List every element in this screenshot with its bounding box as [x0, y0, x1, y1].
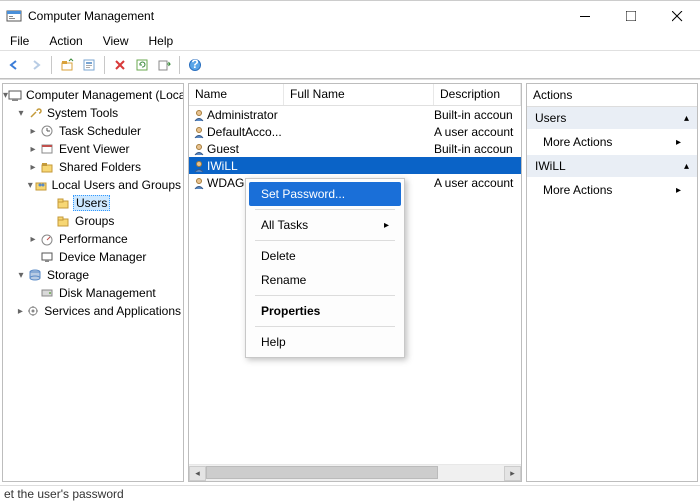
menu-help[interactable]: Help: [139, 34, 184, 48]
horizontal-scrollbar[interactable]: ◂ ▸: [189, 464, 521, 481]
device-icon: [39, 249, 55, 265]
ctx-all-tasks[interactable]: All Tasks▸: [249, 213, 401, 237]
tree-users[interactable]: Users: [3, 194, 183, 212]
menu-action[interactable]: Action: [39, 34, 92, 48]
col-name[interactable]: Name: [189, 84, 284, 105]
user-icon: [189, 159, 207, 173]
list-row[interactable]: Administrator Built-in accoun: [189, 106, 521, 123]
submenu-arrow-icon: ▸: [676, 185, 681, 196]
menu-bar: File Action View Help: [0, 31, 700, 51]
actions-section-iwill[interactable]: IWiLL▴: [527, 155, 697, 177]
tree-event-viewer[interactable]: ▸Event Viewer: [3, 140, 183, 158]
list-row-selected[interactable]: IWiLL: [189, 157, 521, 174]
up-button[interactable]: [57, 55, 77, 75]
tree-performance[interactable]: ▸Performance: [3, 230, 183, 248]
tree-task-scheduler[interactable]: ▸Task Scheduler: [3, 122, 183, 140]
submenu-arrow-icon: ▸: [676, 137, 681, 148]
tree-device-manager[interactable]: Device Manager: [3, 248, 183, 266]
help-button[interactable]: ?: [185, 55, 205, 75]
services-icon: [26, 303, 40, 319]
svg-text:?: ?: [191, 58, 198, 71]
tree-local-users-groups[interactable]: ▾Local Users and Groups: [3, 176, 183, 194]
collapse-icon: ▴: [684, 113, 689, 124]
tree-services-apps[interactable]: ▸Services and Applications: [3, 302, 183, 320]
storage-icon: [27, 267, 43, 283]
window-title: Computer Management: [28, 9, 562, 23]
export-button[interactable]: [154, 55, 174, 75]
ctx-properties[interactable]: Properties: [249, 299, 401, 323]
menu-view[interactable]: View: [93, 34, 139, 48]
computer-icon: [8, 87, 22, 103]
tree-system-tools[interactable]: ▾System Tools: [3, 104, 183, 122]
disk-icon: [39, 285, 55, 301]
folder-icon: [55, 195, 71, 211]
toolbar: ?: [0, 51, 700, 79]
tools-icon: [27, 105, 43, 121]
tree-storage[interactable]: ▾Storage: [3, 266, 183, 284]
scroll-left-button[interactable]: ◂: [189, 466, 206, 481]
ctx-delete[interactable]: Delete: [249, 244, 401, 268]
list-header: Name Full Name Description: [189, 84, 521, 106]
folder-icon: [55, 213, 71, 229]
maximize-button[interactable]: [608, 1, 654, 31]
user-icon: [189, 125, 207, 139]
performance-icon: [39, 231, 55, 247]
app-icon: [6, 8, 22, 24]
title-bar: Computer Management: [0, 1, 700, 31]
col-fullname[interactable]: Full Name: [284, 84, 434, 105]
status-bar: et the user's password: [0, 485, 700, 503]
user-icon: [189, 142, 207, 156]
tree-groups[interactable]: Groups: [3, 212, 183, 230]
user-icon: [189, 108, 207, 122]
minimize-button[interactable]: [562, 1, 608, 31]
refresh-button[interactable]: [132, 55, 152, 75]
list-row[interactable]: Guest Built-in accoun: [189, 140, 521, 157]
ctx-help[interactable]: Help: [249, 330, 401, 354]
col-description[interactable]: Description: [434, 84, 521, 105]
delete-button[interactable]: [110, 55, 130, 75]
clock-icon: [39, 123, 55, 139]
tree-disk-management[interactable]: Disk Management: [3, 284, 183, 302]
actions-header: Actions: [527, 84, 697, 107]
submenu-arrow-icon: ▸: [384, 220, 389, 231]
users-group-icon: [34, 177, 48, 193]
tree-root[interactable]: ▾Computer Management (Local: [3, 86, 183, 104]
actions-more-iwill[interactable]: More Actions▸: [527, 177, 697, 203]
list-pane: Name Full Name Description Administrator…: [188, 83, 522, 482]
properties-button[interactable]: [79, 55, 99, 75]
list-row[interactable]: DefaultAcco... A user account: [189, 123, 521, 140]
tree-pane: ▾Computer Management (Local ▾System Tool…: [2, 83, 184, 482]
ctx-set-password[interactable]: Set Password...: [249, 182, 401, 206]
main-area: ▾Computer Management (Local ▾System Tool…: [0, 79, 700, 485]
menu-file[interactable]: File: [0, 34, 39, 48]
collapse-icon: ▴: [684, 161, 689, 172]
scroll-right-button[interactable]: ▸: [504, 466, 521, 481]
scroll-thumb[interactable]: [206, 466, 438, 479]
ctx-rename[interactable]: Rename: [249, 268, 401, 292]
context-menu: Set Password... All Tasks▸ Delete Rename…: [245, 178, 405, 358]
tree-shared-folders[interactable]: ▸Shared Folders: [3, 158, 183, 176]
actions-pane: Actions Users▴ More Actions▸ IWiLL▴ More…: [526, 83, 698, 482]
actions-more-users[interactable]: More Actions▸: [527, 129, 697, 155]
user-icon: [189, 176, 207, 190]
event-icon: [39, 141, 55, 157]
shared-folder-icon: [39, 159, 55, 175]
actions-section-users[interactable]: Users▴: [527, 107, 697, 129]
forward-button[interactable]: [26, 55, 46, 75]
close-button[interactable]: [654, 1, 700, 31]
back-button[interactable]: [4, 55, 24, 75]
